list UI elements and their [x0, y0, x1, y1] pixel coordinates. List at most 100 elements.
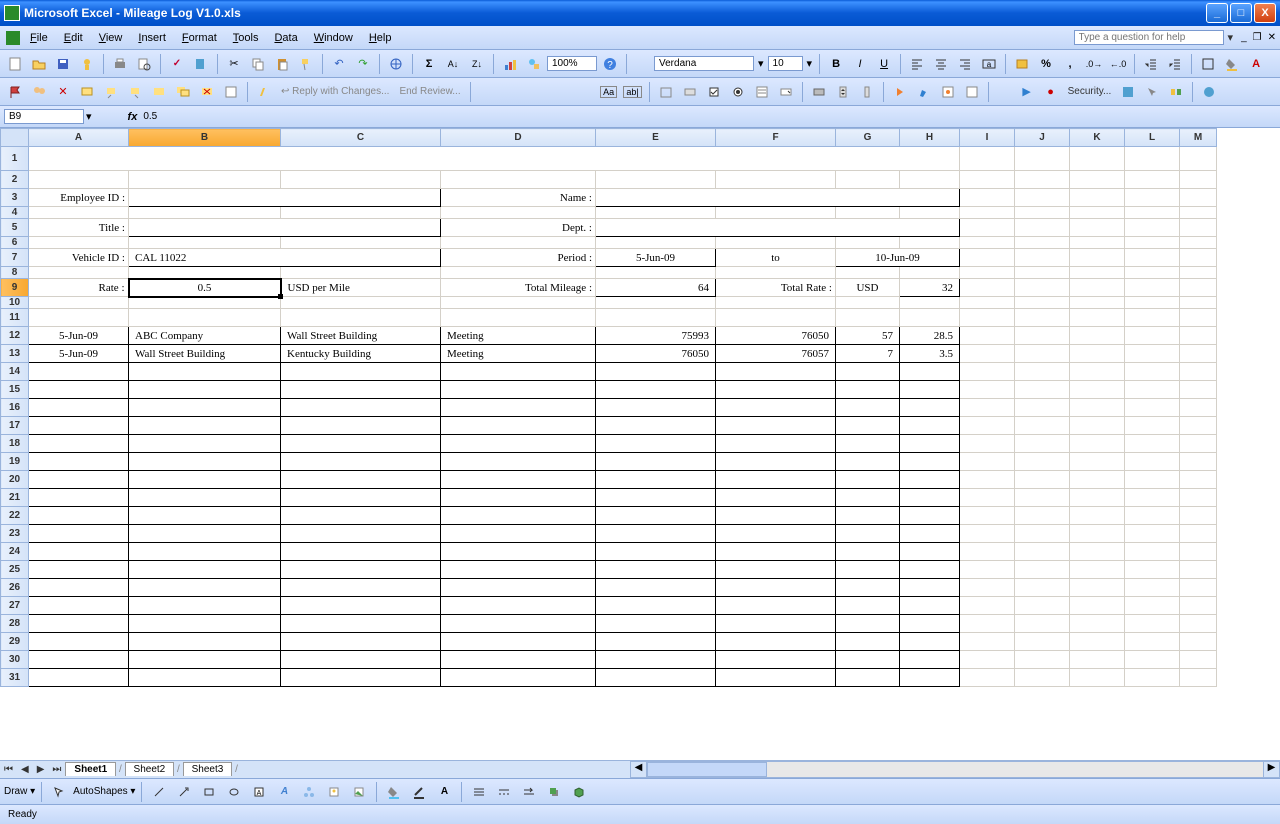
cell[interactable] — [1180, 633, 1217, 651]
sort-desc-button[interactable]: Z↓ — [466, 53, 488, 75]
cell[interactable] — [29, 267, 129, 279]
cell[interactable] — [1125, 309, 1180, 327]
row-header-20[interactable]: 20 — [1, 471, 29, 489]
prev-comment-button[interactable] — [100, 81, 122, 103]
cell[interactable] — [129, 207, 281, 219]
cell[interactable]: USD per Mile — [281, 279, 441, 297]
cell[interactable] — [1070, 171, 1125, 189]
name-box[interactable]: B9 — [4, 109, 84, 124]
cell[interactable] — [960, 327, 1015, 345]
autoshapes-menu[interactable]: AutoShapes ▾ — [73, 786, 135, 797]
cell[interactable] — [29, 561, 129, 579]
cell[interactable]: Destination — [281, 309, 441, 327]
row-header-31[interactable]: 31 — [1, 669, 29, 687]
tab-nav-next[interactable]: ▶ — [33, 764, 49, 775]
cell[interactable] — [29, 435, 129, 453]
cell[interactable] — [1070, 189, 1125, 207]
row-header-28[interactable]: 28 — [1, 615, 29, 633]
cell[interactable] — [716, 525, 836, 543]
cell[interactable] — [716, 207, 836, 219]
bold-button[interactable]: B — [825, 53, 847, 75]
row-header-7[interactable]: 7 — [1, 249, 29, 267]
draw-menu[interactable]: Draw ▾ — [4, 786, 35, 797]
cell[interactable] — [129, 219, 441, 237]
design-button[interactable] — [1165, 81, 1187, 103]
cell[interactable] — [29, 633, 129, 651]
cell[interactable]: 28.5 — [900, 327, 960, 345]
cell[interactable] — [716, 633, 836, 651]
cell[interactable] — [596, 189, 960, 207]
cell[interactable] — [1125, 615, 1180, 633]
cell[interactable] — [1180, 267, 1217, 279]
delete-comment-button[interactable] — [196, 81, 218, 103]
cell[interactable] — [960, 507, 1015, 525]
row-header-24[interactable]: 24 — [1, 543, 29, 561]
cell[interactable] — [441, 669, 596, 687]
cell[interactable]: 7 — [836, 345, 900, 363]
cell[interactable] — [1015, 489, 1070, 507]
cell[interactable]: Purpose — [441, 309, 596, 327]
maximize-button[interactable]: □ — [1230, 3, 1252, 23]
align-right-button[interactable] — [954, 53, 976, 75]
cell[interactable] — [1125, 633, 1180, 651]
cell[interactable] — [596, 651, 716, 669]
cell[interactable] — [1125, 345, 1180, 363]
cell[interactable] — [29, 489, 129, 507]
cell[interactable] — [1015, 453, 1070, 471]
clipart-button[interactable] — [323, 781, 345, 803]
row-header-3[interactable]: 3 — [1, 189, 29, 207]
cell[interactable] — [1125, 453, 1180, 471]
menu-data[interactable]: Data — [268, 30, 303, 46]
cell[interactable] — [836, 435, 900, 453]
cell[interactable] — [960, 399, 1015, 417]
label-button[interactable]: Aa — [598, 81, 620, 103]
column-header-M[interactable]: M — [1180, 129, 1217, 147]
cell[interactable] — [900, 579, 960, 597]
cell[interactable] — [1180, 525, 1217, 543]
cell[interactable] — [1180, 417, 1217, 435]
cell[interactable] — [281, 651, 441, 669]
cell[interactable] — [900, 417, 960, 435]
cell[interactable] — [129, 579, 281, 597]
cell[interactable] — [716, 507, 836, 525]
cell[interactable]: CAL 11022 — [129, 249, 441, 267]
cell[interactable] — [1015, 471, 1070, 489]
wordart-button[interactable]: A — [273, 781, 295, 803]
cell[interactable] — [900, 669, 960, 687]
cell[interactable] — [716, 363, 836, 381]
cell[interactable] — [836, 561, 900, 579]
cell[interactable] — [960, 543, 1015, 561]
cell[interactable]: 75993 — [596, 327, 716, 345]
cell[interactable]: Starting Place — [129, 309, 281, 327]
cell[interactable] — [441, 171, 596, 189]
cell[interactable]: 0.5 — [129, 279, 281, 297]
drawing-button[interactable] — [523, 53, 545, 75]
cell[interactable] — [29, 417, 129, 435]
cell[interactable] — [836, 597, 900, 615]
cell[interactable] — [596, 579, 716, 597]
row-header-13[interactable]: 13 — [1, 345, 29, 363]
hyperlink-button[interactable] — [385, 53, 407, 75]
cell[interactable] — [1070, 237, 1125, 249]
cell[interactable] — [29, 597, 129, 615]
more-controls-button[interactable] — [889, 81, 911, 103]
cell[interactable] — [1015, 327, 1070, 345]
cell[interactable] — [441, 471, 596, 489]
cell[interactable] — [441, 651, 596, 669]
togglebutton-button[interactable] — [808, 81, 830, 103]
cell[interactable] — [1125, 219, 1180, 237]
cell[interactable]: Start Mile — [596, 309, 716, 327]
cell[interactable]: Total Mileage : — [441, 279, 596, 297]
cell[interactable] — [129, 363, 281, 381]
cell[interactable] — [836, 171, 900, 189]
cell[interactable] — [836, 651, 900, 669]
cell[interactable]: Period : — [441, 249, 596, 267]
row-header-8[interactable]: 8 — [1, 267, 29, 279]
cell[interactable] — [596, 381, 716, 399]
cell[interactable] — [596, 561, 716, 579]
cell[interactable] — [1125, 399, 1180, 417]
currency-button[interactable] — [1011, 53, 1033, 75]
cell[interactable] — [441, 399, 596, 417]
reply-changes-button[interactable]: ↩ Reply with Changes... — [277, 86, 393, 97]
macro-play-button[interactable]: ▶ — [1016, 81, 1038, 103]
